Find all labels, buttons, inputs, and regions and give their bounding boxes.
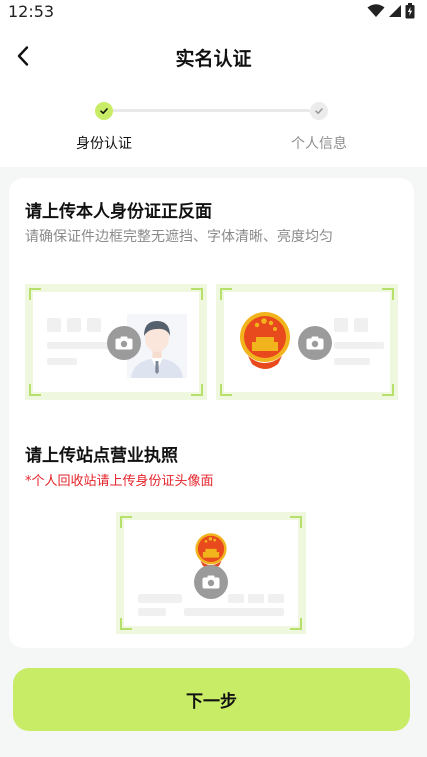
wifi-icon bbox=[367, 4, 385, 17]
placeholder-block bbox=[67, 318, 81, 332]
placeholder-line bbox=[334, 342, 384, 349]
header: 实名认证 身份认证 个人信息 bbox=[0, 24, 427, 167]
system-icons bbox=[367, 3, 415, 19]
id-card-emblem-upload[interactable] bbox=[216, 284, 398, 400]
placeholder-line bbox=[184, 608, 284, 616]
placeholder-line bbox=[138, 608, 166, 616]
placeholder-block bbox=[248, 594, 264, 603]
frame-corner bbox=[120, 516, 132, 528]
upload-card: 请上传本人身份证正反面 请确保证件边框完整无遮挡、字体清晰、亮度均匀 请上传站点… bbox=[9, 178, 414, 648]
placeholder-line bbox=[334, 358, 370, 365]
national-emblem-icon bbox=[240, 312, 290, 369]
placeholder-line bbox=[138, 594, 182, 603]
camera-icon bbox=[194, 565, 228, 599]
frame-corner bbox=[382, 384, 394, 396]
step-2-check-icon bbox=[310, 102, 328, 120]
step-1-label: 身份认证 bbox=[76, 136, 132, 152]
next-step-button[interactable]: 下一步 bbox=[13, 668, 410, 731]
frame-corner bbox=[290, 516, 302, 528]
id-card-emblem-placeholder bbox=[224, 292, 390, 392]
license-section-warning: *个人回收站请上传身份证头像面 bbox=[25, 474, 214, 489]
battery-icon bbox=[405, 3, 415, 19]
page-title: 实名认证 bbox=[175, 48, 252, 70]
id-card-portrait-upload[interactable] bbox=[25, 284, 207, 400]
frame-corner bbox=[191, 384, 203, 396]
id-section-subtitle: 请确保证件边框完整无遮挡、字体清晰、亮度均匀 bbox=[25, 229, 333, 245]
frame-corner bbox=[382, 288, 394, 300]
placeholder-block bbox=[354, 318, 368, 332]
business-license-upload[interactable] bbox=[116, 512, 306, 634]
step-indicator: 身份认证 个人信息 bbox=[0, 102, 427, 152]
status-bar: 12:53 bbox=[0, 0, 427, 24]
frame-corner bbox=[290, 618, 302, 630]
frame-corner bbox=[29, 288, 41, 300]
camera-icon bbox=[107, 326, 141, 360]
status-time: 12:53 bbox=[8, 2, 55, 21]
frame-corner bbox=[29, 384, 41, 396]
placeholder-block bbox=[334, 318, 348, 332]
cellular-signal-icon bbox=[389, 5, 401, 17]
step-2-label: 个人信息 bbox=[291, 136, 347, 152]
license-section-title: 请上传站点营业执照 bbox=[25, 446, 178, 466]
business-license-placeholder bbox=[124, 520, 298, 626]
placeholder-block bbox=[87, 318, 101, 332]
frame-corner bbox=[120, 618, 132, 630]
step-1-check-icon bbox=[95, 102, 113, 120]
frame-corner bbox=[220, 384, 232, 396]
camera-icon bbox=[298, 326, 332, 360]
id-card-portrait-placeholder bbox=[33, 292, 199, 392]
frame-corner bbox=[220, 288, 232, 300]
placeholder-line bbox=[47, 358, 77, 365]
id-section-title: 请上传本人身份证正反面 bbox=[25, 202, 212, 222]
placeholder-block bbox=[228, 594, 244, 603]
placeholder-block bbox=[268, 594, 284, 603]
frame-corner bbox=[191, 288, 203, 300]
placeholder-block bbox=[47, 318, 61, 332]
step-progress-line bbox=[110, 109, 310, 112]
